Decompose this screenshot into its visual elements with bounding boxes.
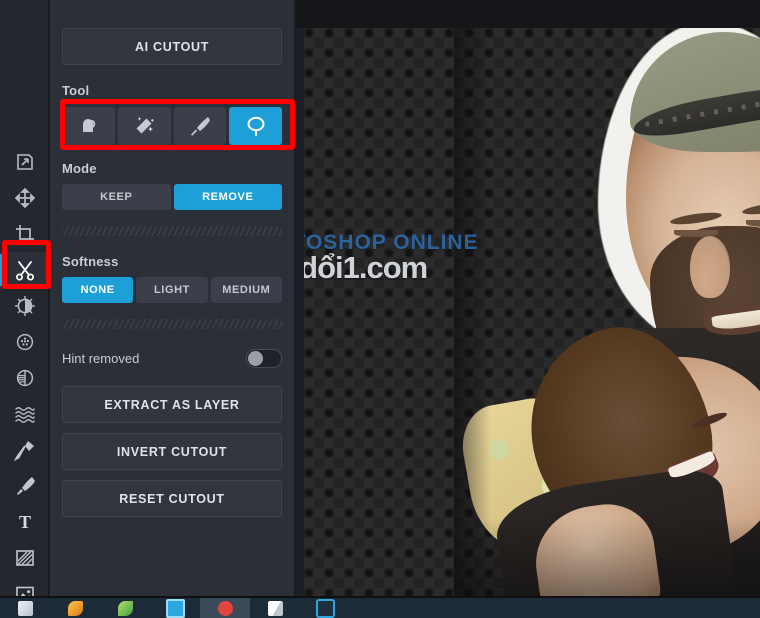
taskbar-item-2[interactable] bbox=[50, 598, 100, 618]
sidebar-tool-paint[interactable] bbox=[0, 468, 49, 504]
paintbrush-icon bbox=[16, 477, 35, 495]
toggle-knob bbox=[248, 351, 263, 366]
tool-option-brush[interactable] bbox=[173, 107, 227, 145]
softness-segmented-control: NONE LIGHT MEDIUM bbox=[62, 277, 282, 303]
sidebar-tool-effects[interactable] bbox=[0, 324, 49, 360]
document-canvas[interactable]: PHOTOSHOP ONLINE 1 dổi1.com bbox=[304, 28, 760, 598]
extract-as-layer-button[interactable]: EXTRACT AS LAYER bbox=[62, 386, 282, 423]
reset-cutout-button[interactable]: RESET CUTOUT bbox=[62, 480, 282, 517]
ai-cutout-button[interactable]: AI CUTOUT bbox=[62, 28, 282, 65]
left-toolbar: T bbox=[0, 0, 49, 602]
pattern-icon bbox=[15, 550, 34, 566]
half-filled-circle-icon bbox=[16, 369, 33, 387]
lasso-icon bbox=[247, 116, 265, 136]
brush-icon bbox=[190, 117, 210, 136]
watermark-domain: dổi1.com bbox=[304, 250, 428, 285]
tool-option-lasso[interactable] bbox=[229, 107, 282, 145]
taskbar-item-5[interactable] bbox=[200, 598, 250, 618]
sidebar-tool-gradient[interactable] bbox=[0, 360, 49, 396]
panel-divider-1 bbox=[62, 226, 282, 236]
photo-cutout bbox=[454, 28, 760, 598]
invert-cutout-button[interactable]: INVERT CUTOUT bbox=[62, 433, 282, 470]
tool-option-magic-wand[interactable] bbox=[117, 107, 171, 145]
taskbar-item-4[interactable] bbox=[150, 598, 200, 618]
taskbar-item-1[interactable] bbox=[0, 598, 50, 618]
magic-wand-icon bbox=[136, 117, 154, 134]
softness-section-label: Softness bbox=[62, 254, 119, 269]
magic-cut-icon bbox=[83, 119, 96, 132]
tool-section-label: Tool bbox=[62, 83, 90, 98]
mode-section-label: Mode bbox=[62, 161, 97, 176]
cutout-editor-window: T AI CUTOUT Tool Mode KEEP REMOVE Softne… bbox=[0, 0, 760, 618]
taskbar-item-7[interactable] bbox=[300, 598, 350, 618]
sidebar-tool-cutout[interactable] bbox=[0, 252, 49, 288]
waves-icon bbox=[14, 407, 35, 423]
sidebar-tool-retouch[interactable] bbox=[0, 432, 49, 468]
softness-option-light[interactable]: LIGHT bbox=[136, 277, 208, 303]
app-icon-5 bbox=[217, 600, 233, 616]
app-icon-3 bbox=[117, 600, 133, 616]
app-icon-6 bbox=[267, 600, 283, 616]
panel-divider-2 bbox=[62, 319, 282, 329]
brightness-contrast-icon bbox=[14, 296, 35, 316]
mode-option-remove[interactable]: REMOVE bbox=[173, 184, 282, 210]
move-icon bbox=[14, 188, 35, 208]
retouch-icon bbox=[13, 441, 34, 461]
photo-man-eye-left bbox=[674, 230, 718, 237]
canvas-area[interactable]: PHOTOSHOP ONLINE 1 dổi1.com bbox=[296, 0, 760, 598]
sidebar-tool-adjust[interactable] bbox=[0, 288, 49, 324]
canvas-top-bar bbox=[296, 0, 760, 28]
resize-icon bbox=[16, 154, 33, 170]
crop-icon bbox=[15, 225, 34, 243]
hint-removed-toggle[interactable] bbox=[246, 349, 282, 368]
mode-option-keep[interactable]: KEEP bbox=[62, 184, 171, 210]
scissors-icon bbox=[15, 261, 34, 281]
app-icon-1 bbox=[17, 600, 33, 616]
taskbar-item-6[interactable] bbox=[250, 598, 300, 618]
hint-removed-row: Hint removed bbox=[62, 349, 282, 368]
taskbar-item-3[interactable] bbox=[100, 598, 150, 618]
hint-removed-label: Hint removed bbox=[62, 351, 140, 366]
photo-man-nose bbox=[690, 236, 730, 298]
sidebar-tool-move[interactable] bbox=[0, 180, 49, 216]
text-icon: T bbox=[18, 512, 30, 532]
svg-text:T: T bbox=[18, 512, 30, 532]
tool-option-row bbox=[62, 107, 282, 145]
watermark-logo: 1 dổi1.com bbox=[304, 250, 428, 286]
sidebar-tool-text[interactable]: T bbox=[0, 504, 49, 540]
sidebar-tool-liquify[interactable] bbox=[0, 396, 49, 432]
app-icon-2 bbox=[67, 600, 83, 616]
sidebar-tool-pattern[interactable] bbox=[0, 540, 49, 576]
softness-option-none[interactable]: NONE bbox=[62, 277, 134, 303]
sidebar-tool-resize[interactable] bbox=[0, 144, 49, 180]
cutout-options-panel: AI CUTOUT Tool Mode KEEP REMOVE Softness… bbox=[50, 0, 295, 598]
sidebar-tool-crop[interactable] bbox=[0, 216, 49, 252]
mode-segmented-control: KEEP REMOVE bbox=[62, 184, 282, 210]
taskbar bbox=[0, 598, 760, 618]
app-icon-7 bbox=[315, 598, 335, 618]
dots-circle-icon bbox=[16, 333, 33, 351]
tool-option-magic-cut[interactable] bbox=[62, 107, 115, 145]
softness-option-medium[interactable]: MEDIUM bbox=[210, 277, 282, 303]
app-icon-4 bbox=[165, 598, 185, 618]
